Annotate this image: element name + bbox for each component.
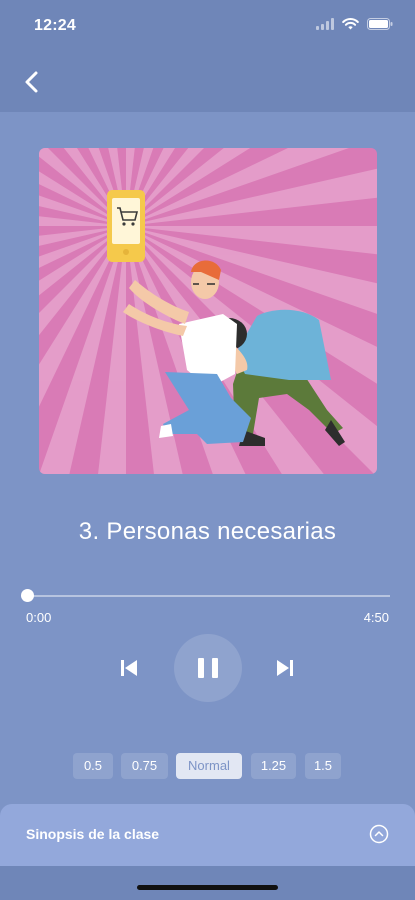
speed-option[interactable]: 0.75 xyxy=(121,753,168,779)
speed-selector: 0.5 0.75 Normal 1.25 1.5 xyxy=(0,753,415,779)
skip-forward-icon xyxy=(277,660,293,676)
signal-icon xyxy=(316,18,334,30)
speed-option[interactable]: 1.25 xyxy=(251,753,296,779)
time-total: 4:50 xyxy=(363,610,389,625)
status-bar: 12:24 xyxy=(0,0,415,52)
synopsis-panel[interactable]: Sinopsis de la clase xyxy=(0,804,415,866)
battery-icon xyxy=(367,18,393,30)
progress-track[interactable] xyxy=(27,595,390,597)
time-elapsed: 0:00 xyxy=(26,610,52,625)
speed-option[interactable]: 1.5 xyxy=(305,753,341,779)
synopsis-label: Sinopsis de la clase xyxy=(26,826,160,842)
pause-icon xyxy=(198,658,218,678)
status-time: 12:24 xyxy=(34,17,76,34)
nav-bar xyxy=(0,52,415,112)
episode-artwork xyxy=(39,148,377,474)
playback-controls xyxy=(0,632,415,704)
episode-title: 3. Personas necesarias xyxy=(78,518,337,545)
speed-option[interactable]: 0.5 xyxy=(73,753,113,779)
wifi-icon xyxy=(342,18,359,30)
next-button[interactable] xyxy=(272,656,298,680)
status-icons xyxy=(316,18,393,30)
speed-option[interactable]: Normal xyxy=(176,753,242,779)
progress-thumb[interactable] xyxy=(20,589,34,602)
previous-button[interactable] xyxy=(116,656,142,680)
synopsis-toggle[interactable] xyxy=(369,824,389,844)
artwork-illustration xyxy=(39,148,377,474)
chevron-up-circle-icon xyxy=(369,824,389,844)
back-button[interactable] xyxy=(18,66,48,98)
home-indicator xyxy=(137,885,278,890)
skip-back-icon xyxy=(121,660,137,676)
pause-button[interactable] xyxy=(174,634,242,702)
chevron-left-icon xyxy=(25,71,38,93)
bottom-area xyxy=(0,866,415,900)
phone-cart-icon xyxy=(107,190,145,262)
